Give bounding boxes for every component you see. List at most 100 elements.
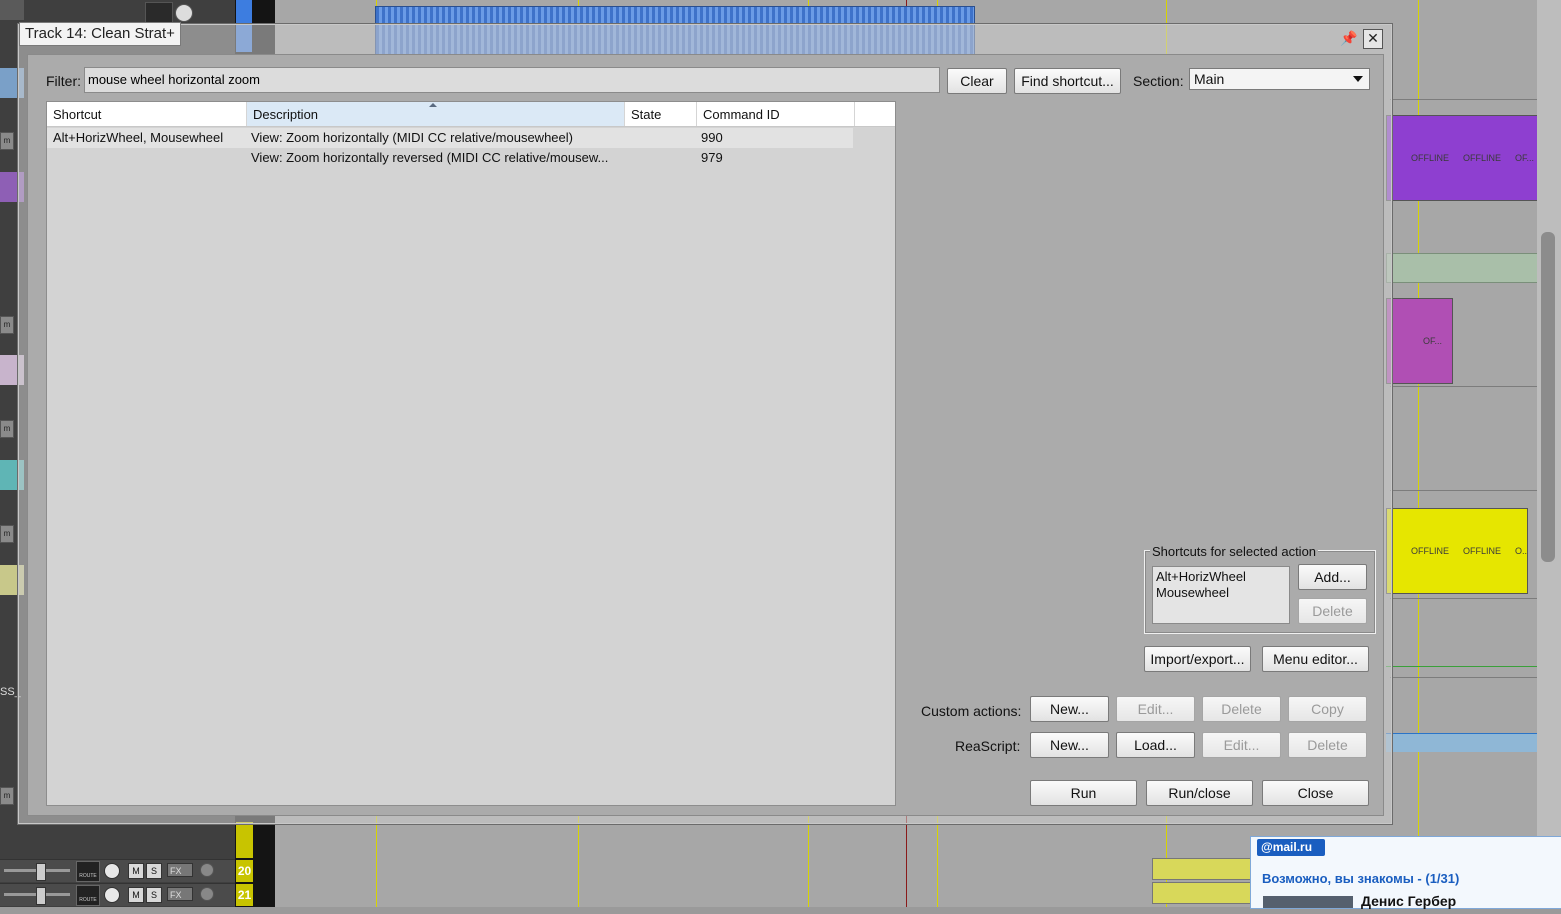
shortcut-cell: Alt+HorizWheel, Mousewheel [53,130,224,145]
notification-title[interactable]: Возможно, вы знакомы - (1/31) [1262,871,1459,886]
tcp-button[interactable]: m [0,132,14,150]
pan-knob[interactable] [104,863,120,879]
selected-shortcuts-list[interactable]: Alt+HorizWheel Mousewheel [1152,566,1290,624]
run-button[interactable]: Run [1030,780,1137,806]
column-shortcut[interactable]: Shortcut [47,102,247,126]
track-row[interactable]: ROUTE M S FX 21 [0,883,253,906]
state-cell [623,128,695,148]
phase-icon[interactable] [200,887,214,901]
find-shortcut-button[interactable]: Find shortcut... [1014,68,1121,94]
delete-shortcut-button[interactable]: Delete [1298,598,1367,624]
custom-new-button[interactable]: New... [1030,696,1109,722]
close-button[interactable]: Close [1262,780,1369,806]
reascript-delete-button[interactable]: Delete [1288,732,1367,758]
reascript-label: ReaScript: [955,738,1021,754]
section-dropdown[interactable]: Main [1189,68,1370,90]
reascript-load-button[interactable]: Load... [1116,732,1195,758]
item-label: OF... [1423,336,1443,346]
track-divider [1390,677,1537,678]
item-label: O.. [1515,546,1528,556]
item-label: OFFLINE [1411,546,1450,556]
menu-editor-button[interactable]: Menu editor... [1262,646,1369,672]
mute-button[interactable]: M [128,887,144,903]
pin-icon[interactable]: 📌 [1340,30,1357,48]
fader-knob[interactable] [36,863,46,881]
item-label: OFFLINE [1463,546,1502,556]
route-button[interactable] [145,2,173,24]
reascript-edit-button[interactable]: Edit... [1202,732,1281,758]
clear-button[interactable]: Clear [947,68,1007,94]
table-row[interactable]: Alt+HorizWheel, Mousewheel View: Zoom ho… [47,128,853,148]
fader-knob[interactable] [36,887,46,905]
custom-edit-button[interactable]: Edit... [1116,696,1195,722]
shortcut-cell [47,148,247,168]
avatar [1263,896,1353,908]
close-icon[interactable]: ✕ [1363,29,1383,49]
run-close-button[interactable]: Run/close [1146,780,1253,806]
tcp-strip [0,0,24,20]
track-divider [1390,386,1537,387]
track-divider [1390,598,1537,599]
tcp-button[interactable]: m [0,787,14,805]
custom-delete-button[interactable]: Delete [1202,696,1281,722]
item-label: OFFLINE [1463,153,1502,163]
description-cell: View: Zoom horizontally reversed (MIDI C… [251,150,609,165]
mail-notification[interactable]: @mail.ru Возможно, вы знакомы - (1/31) Д… [1250,836,1561,909]
custom-copy-button[interactable]: Copy [1288,696,1367,722]
tcp-button[interactable]: m [0,316,14,334]
route-button[interactable]: ROUTE [76,861,100,882]
list-item[interactable]: Mousewheel [1156,585,1229,600]
chevron-down-icon [1353,76,1363,82]
reascript-new-button[interactable]: New... [1030,732,1109,758]
pan-knob[interactable] [104,887,120,903]
media-item-offline[interactable]: OFFLINE OFFLINE O.. [1386,508,1528,594]
tcp-button[interactable]: m [0,525,14,543]
actions-list[interactable]: Shortcut Description State Command ID Al… [46,101,896,806]
track-color [236,822,253,858]
media-item[interactable] [1152,882,1252,904]
media-item[interactable] [1386,253,1539,283]
track-row[interactable]: ROUTE M S FX 20 [0,859,253,882]
mute-button[interactable]: M [128,863,144,879]
sort-ascending-icon [429,103,437,107]
import-export-button[interactable]: Import/export... [1144,646,1251,672]
media-item-offline[interactable]: OF... [1386,298,1453,384]
state-cell [623,148,695,168]
section-label: Section: [1133,73,1184,89]
list-item[interactable]: Alt+HorizWheel [1156,569,1246,584]
scrollbar-thumb[interactable] [1541,232,1555,562]
item-label: OF... [1515,153,1535,163]
column-state[interactable]: State [625,102,697,126]
track-number: 20 [236,860,253,882]
section-value: Main [1194,71,1225,87]
track-name-tooltip: Track 14: Clean Strat+ [19,22,181,46]
phase-icon[interactable] [200,863,214,877]
fx-button[interactable]: FX [167,887,193,901]
fx-button[interactable]: FX [167,863,193,877]
track-number: 21 [236,884,253,906]
list-header: Shortcut Description State Command ID [47,102,895,127]
command-id-cell: 979 [701,150,723,165]
column-command-id[interactable]: Command ID [697,102,855,126]
shortcuts-group-label: Shortcuts for selected action [1150,544,1319,559]
media-item-offline[interactable]: OFFLINE OFFLINE OF... [1386,115,1538,201]
table-row[interactable]: View: Zoom horizontally reversed (MIDI C… [47,148,853,168]
volume-knob[interactable] [175,4,193,22]
description-cell: View: Zoom horizontally (MIDI CC relativ… [251,130,573,145]
filter-input[interactable] [84,67,940,93]
solo-button[interactable]: S [146,863,162,879]
tcp-button[interactable]: m [0,420,14,438]
track-divider [1390,99,1537,100]
track-divider [1390,490,1537,491]
command-id-cell: 990 [701,130,723,145]
track-list-bottom: ROUTE M S FX 20 ROUTE M S FX 21 [0,822,253,907]
envelope-line[interactable] [1386,666,1537,667]
media-item[interactable] [1152,858,1252,880]
filter-label: Filter: [46,73,81,89]
item-label: OFFLINE [1411,153,1450,163]
automation-lane[interactable] [1386,733,1537,752]
add-shortcut-button[interactable]: Add... [1298,564,1367,590]
solo-button[interactable]: S [146,887,162,903]
route-button[interactable]: ROUTE [76,885,100,906]
mailru-logo: @mail.ru [1257,839,1325,856]
